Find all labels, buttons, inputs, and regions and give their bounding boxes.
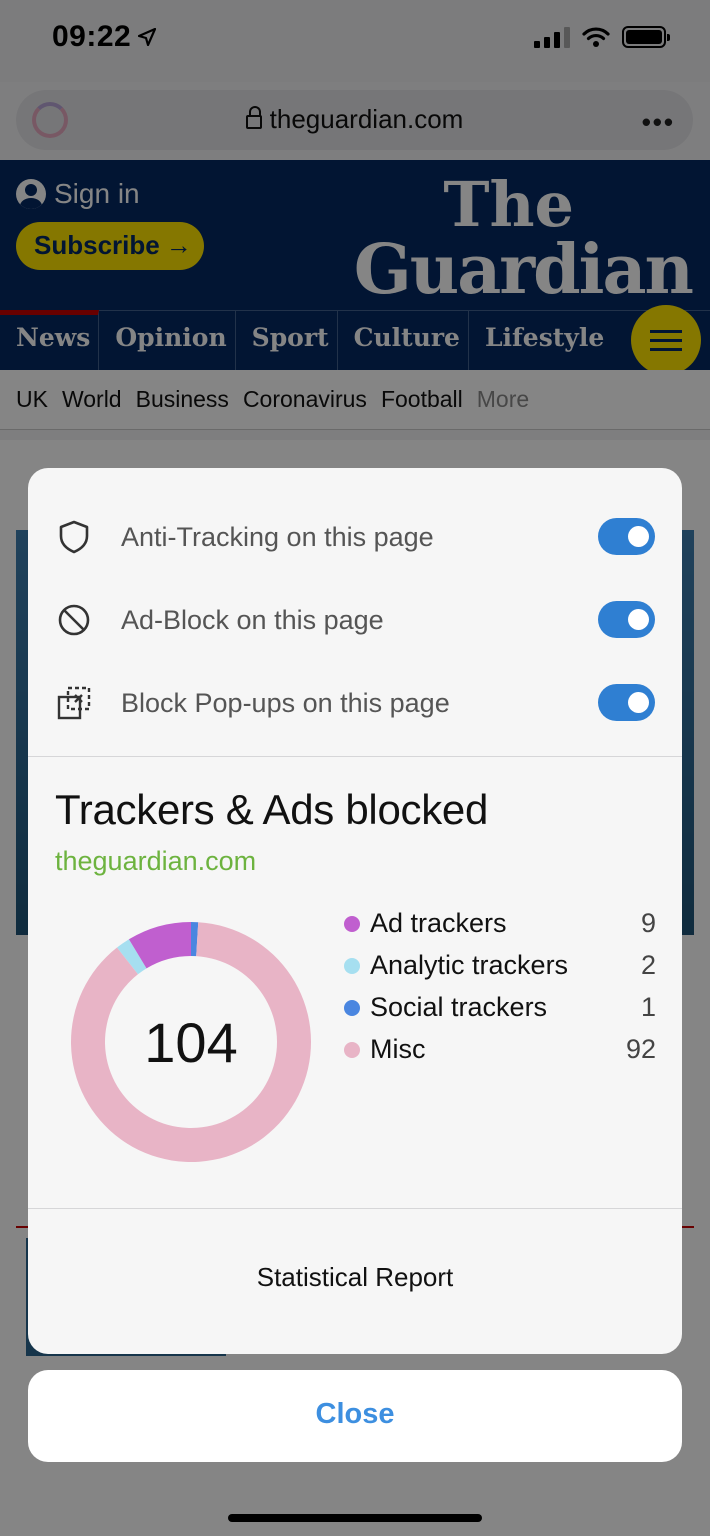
- legend-dot: [344, 916, 360, 932]
- shield-icon: [59, 520, 89, 554]
- popup-block-icon: [57, 686, 91, 720]
- legend-label: Ad trackers: [370, 908, 507, 938]
- home-indicator: [228, 1514, 482, 1522]
- legend-value: 1: [640, 992, 656, 1022]
- legend-item: Analytic trackers 2: [344, 948, 656, 990]
- setting-anti-tracking: Anti-Tracking on this page: [28, 502, 682, 572]
- legend-label: Analytic trackers: [370, 950, 569, 980]
- legend-label: Misc: [370, 1034, 426, 1064]
- setting-block-popups: Block Pop-ups on this page: [28, 668, 682, 738]
- setting-ad-block: Ad-Block on this page: [28, 585, 682, 655]
- block-popups-toggle[interactable]: [598, 684, 655, 721]
- legend-value: 9: [640, 908, 656, 938]
- divider: [28, 1208, 682, 1209]
- setting-label: Ad-Block on this page: [121, 605, 384, 635]
- close-button[interactable]: Close: [28, 1370, 682, 1462]
- legend-dot: [344, 1042, 360, 1058]
- statistical-report-button[interactable]: Statistical Report: [28, 1262, 682, 1293]
- legend-item: Social trackers 1: [344, 990, 656, 1032]
- legend-label: Social trackers: [370, 992, 548, 1022]
- legend-dot: [344, 958, 360, 974]
- legend-item: Ad trackers 9: [344, 906, 656, 948]
- legend-item: Misc 92: [344, 1032, 656, 1074]
- chart-legend: Ad trackers 9 Analytic trackers 2 Social tra…: [344, 906, 656, 1074]
- privacy-popup: Anti-Tracking on this page Ad-Block on t…: [28, 468, 682, 1354]
- legend-dot: [344, 1000, 360, 1016]
- anti-tracking-toggle[interactable]: [598, 518, 655, 555]
- setting-label: Block Pop-ups on this page: [121, 688, 450, 718]
- ad-block-toggle[interactable]: [598, 601, 655, 638]
- block-icon: [58, 604, 90, 636]
- setting-label: Anti-Tracking on this page: [121, 522, 434, 552]
- legend-value: 92: [625, 1034, 656, 1064]
- stats-domain: theguardian.com: [55, 846, 257, 876]
- stats-title: Trackers & Ads blocked: [55, 786, 489, 833]
- legend-value: 2: [640, 950, 656, 980]
- donut-total: 104: [144, 1010, 238, 1074]
- divider: [28, 756, 682, 757]
